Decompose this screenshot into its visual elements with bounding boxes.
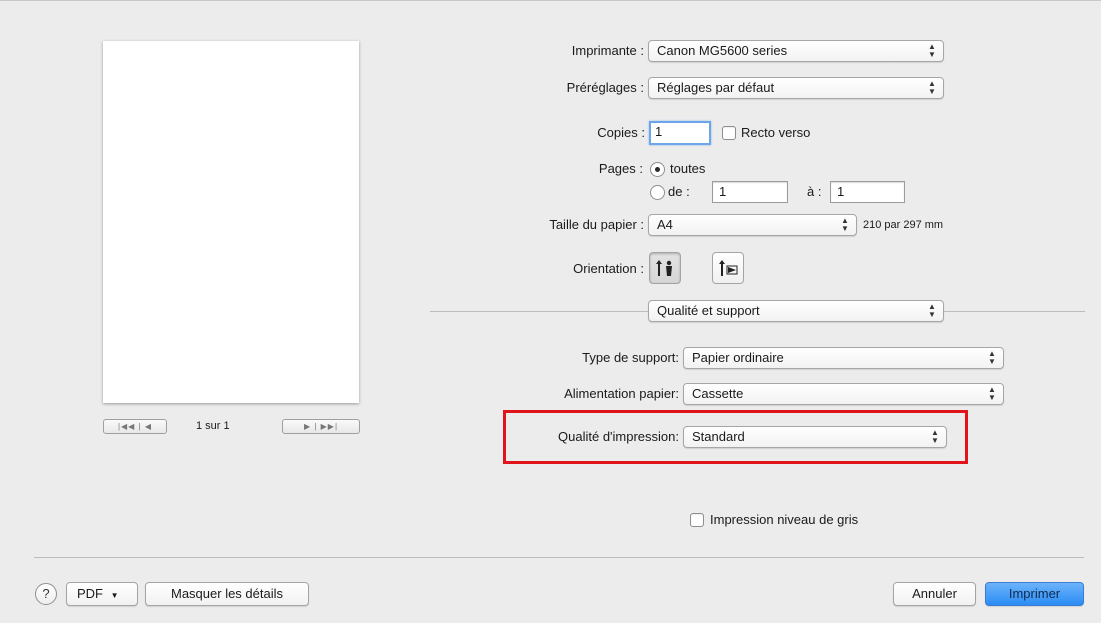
print-quality-select[interactable]: Standard ▲ ▼: [683, 426, 947, 448]
paper-source-label: Alimentation papier:: [564, 386, 679, 401]
pages-to-field[interactable]: 1: [830, 181, 905, 203]
copies-field[interactable]: 1: [649, 121, 711, 145]
last-page-icon[interactable]: ▶▶|: [321, 422, 338, 431]
duplex-checkbox[interactable]: [722, 126, 736, 140]
popup-arrows-icon: ▲ ▼: [988, 349, 996, 366]
duplex-label: Recto verso: [741, 125, 811, 140]
grayscale-label: Impression niveau de gris: [710, 512, 859, 527]
popup-arrows-icon: ▲ ▼: [928, 42, 936, 59]
section-select[interactable]: Qualité et support ▲ ▼: [648, 300, 944, 322]
paper-size-label: Taille du papier :: [549, 217, 644, 232]
pages-from-label: de :: [668, 184, 690, 199]
preview-first-prev-buttons[interactable]: |◀◀ | ◀: [103, 419, 167, 434]
hide-details-button[interactable]: Masquer les détails: [145, 582, 309, 606]
pdf-menu-button[interactable]: PDF ▼: [66, 582, 138, 606]
landscape-icon: [719, 260, 738, 276]
pages-to-label: à :: [807, 184, 822, 199]
portrait-icon: [656, 260, 672, 276]
presets-value: Réglages par défaut: [657, 80, 775, 95]
previous-page-icon[interactable]: ◀: [145, 422, 152, 431]
copies-label: Copies :: [597, 125, 645, 140]
presets-label: Préréglages :: [566, 80, 644, 95]
popup-arrows-icon: ▲ ▼: [988, 385, 996, 402]
paper-size-value: A4: [657, 217, 673, 232]
printer-label: Imprimante :: [571, 43, 644, 58]
popup-arrows-icon: ▲ ▼: [841, 216, 849, 233]
media-type-select[interactable]: Papier ordinaire ▲ ▼: [683, 347, 1004, 369]
pdf-label: PDF: [77, 586, 103, 601]
paper-source-select[interactable]: Cassette ▲ ▼: [683, 383, 1004, 405]
media-type-label: Type de support:: [582, 350, 679, 365]
popup-arrows-icon: ▲ ▼: [928, 302, 936, 319]
cancel-button[interactable]: Annuler: [893, 582, 976, 606]
pages-label: Pages :: [598, 161, 643, 176]
preview-next-last-buttons[interactable]: ▶ | ▶▶|: [282, 419, 360, 434]
media-type-value: Papier ordinaire: [692, 350, 784, 365]
grayscale-checkbox[interactable]: [690, 513, 704, 527]
section-divider-right: [942, 311, 1085, 312]
paper-size-dimensions: 210 par 297 mm: [863, 219, 944, 231]
pages-all-label: toutes: [670, 161, 706, 176]
section-divider-left: [430, 311, 650, 312]
footer-divider: [34, 557, 1084, 558]
page-preview: [103, 41, 359, 403]
section-value: Qualité et support: [657, 303, 760, 318]
first-page-icon[interactable]: |◀◀: [118, 422, 135, 431]
print-button[interactable]: Imprimer: [985, 582, 1084, 606]
orientation-landscape-button[interactable]: [712, 252, 744, 284]
presets-select[interactable]: Réglages par défaut ▲ ▼: [648, 77, 944, 99]
paper-source-value: Cassette: [692, 386, 744, 401]
page-counter: 1 sur 1: [196, 420, 230, 432]
print-dialog: |◀◀ | ◀ 1 sur 1 ▶ | ▶▶| Imprimante : Can…: [0, 0, 1101, 623]
popup-arrows-icon: ▲ ▼: [928, 79, 936, 96]
print-quality-label: Qualité d'impression:: [558, 429, 679, 444]
printer-value: Canon MG5600 series: [657, 43, 788, 58]
printer-select[interactable]: Canon MG5600 series ▲ ▼: [648, 40, 944, 62]
pages-from-field[interactable]: 1: [712, 181, 788, 203]
next-page-icon[interactable]: ▶: [304, 422, 311, 431]
pages-all-radio[interactable]: [650, 162, 665, 177]
pages-range-radio[interactable]: [650, 185, 665, 200]
orientation-label: Orientation :: [573, 261, 644, 276]
print-quality-value: Standard: [692, 429, 745, 444]
orientation-portrait-button[interactable]: [649, 252, 681, 284]
chevron-down-icon: ▼: [110, 591, 119, 600]
paper-size-select[interactable]: A4 ▲ ▼: [648, 214, 857, 236]
help-button[interactable]: ?: [35, 583, 57, 605]
popup-arrows-icon: ▲ ▼: [931, 428, 939, 445]
